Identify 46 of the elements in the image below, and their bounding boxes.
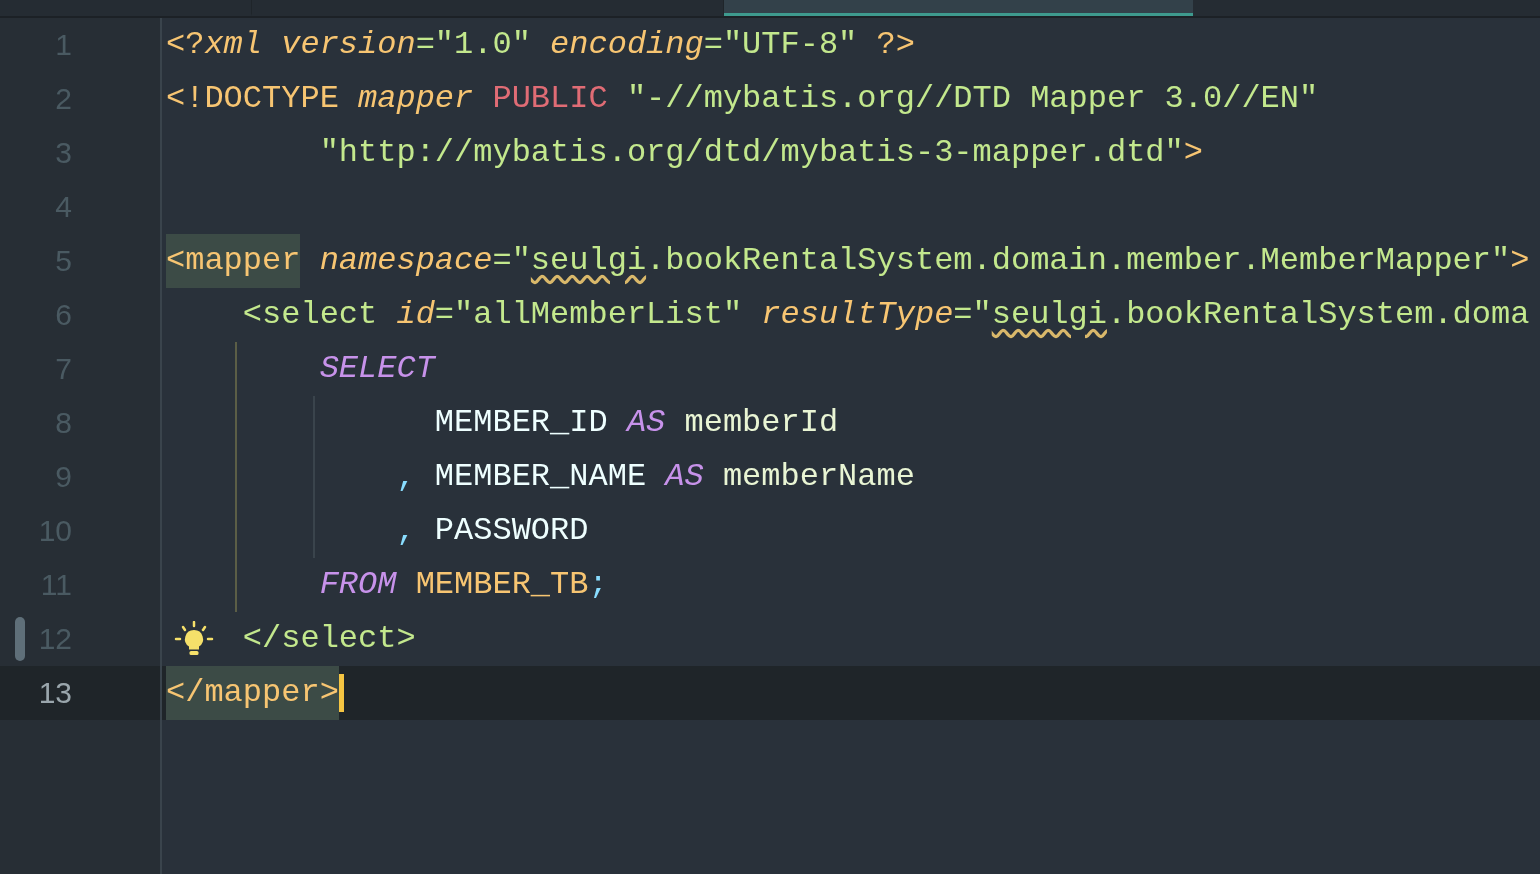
sql-keyword: FROM — [319, 565, 397, 605]
xml-tag: > — [1183, 126, 1203, 180]
string-literal: "1.0" — [434, 25, 531, 65]
editor-tab[interactable] — [724, 0, 1193, 16]
sql-keyword: AS — [626, 403, 666, 443]
punctuation: ; — [588, 565, 608, 605]
column-alias: memberName — [722, 457, 915, 497]
attribute-value: = — [415, 25, 435, 65]
attribute-name: id — [396, 295, 435, 335]
sql-keyword: SELECT — [319, 349, 435, 389]
string-literal: seulgi — [991, 295, 1107, 335]
xml-tag: <select — [242, 288, 378, 342]
sql-keyword: AS — [665, 457, 704, 497]
attribute-value: =" — [492, 241, 531, 281]
attribute-name: resultType — [761, 295, 954, 335]
attribute-name: mapper — [358, 79, 474, 119]
punctuation: , — [396, 457, 416, 497]
attribute-name: encoding — [550, 25, 704, 65]
string-literal: ="allMemberList" — [434, 295, 743, 335]
xml-tag: <mapper — [166, 234, 301, 288]
string-literal: .bookRentalSystem.domain.member.MemberMapper" — [646, 241, 1511, 281]
attribute-name: version — [281, 25, 416, 65]
string-literal: .bookRentalSystem.doma — [1106, 295, 1530, 335]
xml-tag: <? — [166, 18, 205, 72]
punctuation: , — [396, 511, 416, 551]
xml-tag: ?> — [876, 18, 915, 72]
line-number: 13 — [38, 676, 72, 710]
xml-tag: <!DOCTYPE — [166, 72, 339, 126]
attribute-value: =" — [953, 295, 992, 335]
column-alias: memberId — [684, 403, 839, 443]
column-name: PASSWORD — [434, 511, 589, 551]
xml-tag: </select> — [242, 612, 416, 666]
string-literal: "-//mybatis.org//DTD Mapper 3.0//EN" — [626, 79, 1319, 119]
doctype-keyword: PUBLIC — [492, 79, 608, 119]
column-name: MEMBER_ID — [434, 403, 608, 443]
attribute-value: = — [703, 25, 723, 65]
xml-tag: </mapper> — [166, 666, 339, 720]
attribute-name: xml — [204, 25, 262, 65]
string-literal: "http://mybatis.org/dtd/mybatis-3-mapper.dtd" — [319, 133, 1184, 173]
string-literal: seulgi — [530, 241, 647, 281]
text-cursor — [338, 674, 344, 712]
table-name: MEMBER_TB — [415, 565, 589, 605]
xml-tag: > — [1510, 234, 1530, 288]
column-name: MEMBER_NAME — [434, 457, 647, 497]
attribute-name: namespace — [319, 241, 493, 281]
string-literal: "UTF-8" — [722, 25, 858, 65]
